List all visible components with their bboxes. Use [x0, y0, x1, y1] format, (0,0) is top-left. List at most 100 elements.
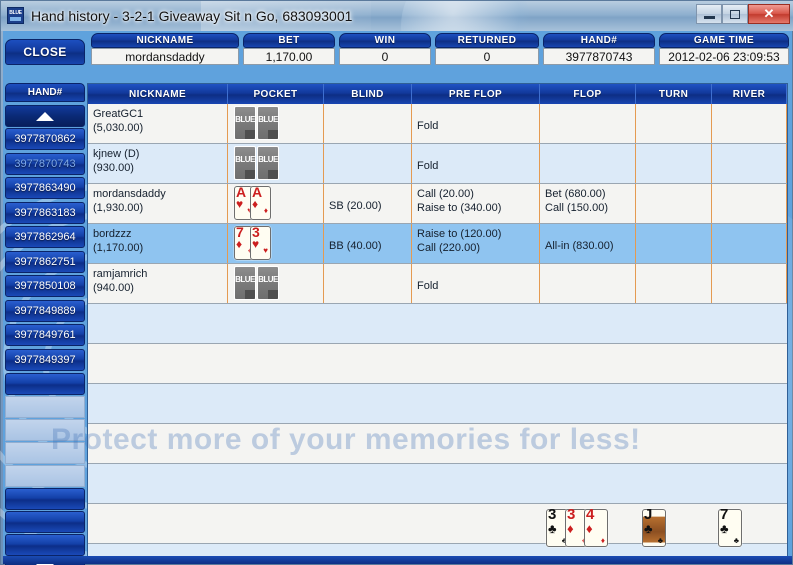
- action-text: BB (40.00): [329, 239, 382, 252]
- cell-turn: [636, 184, 712, 224]
- player-stack: (940.00): [93, 282, 134, 294]
- cell-blind: BB (40.00): [324, 224, 412, 264]
- action-text: Raise to (120.00): [417, 228, 502, 240]
- card-back: BLUE: [234, 266, 256, 300]
- hand-list-item[interactable]: 3977863183: [5, 201, 85, 224]
- player-stack: (1,930.00): [93, 202, 144, 214]
- player-nickname: ramjamrich: [93, 268, 148, 280]
- table-row-empty: [88, 504, 787, 544]
- summary-value-bet: 1,170.00: [243, 48, 335, 65]
- card-rank: 3: [548, 506, 557, 523]
- action-text: Fold: [417, 159, 439, 172]
- card-suit-corner: ♣: [657, 536, 663, 545]
- summary-value-nickname: mordansdaddy: [91, 48, 239, 65]
- column-header-flop[interactable]: FLOP: [540, 84, 636, 104]
- minimize-button[interactable]: [696, 4, 722, 24]
- card-rank: 7: [720, 506, 729, 523]
- window-controls: ✕: [696, 4, 790, 24]
- bottom-status-bar: [3, 556, 792, 564]
- cell-nickname: bordzzz (1,170.00): [88, 224, 228, 264]
- playing-card: 3 ♥ ♥: [250, 225, 271, 260]
- table-row[interactable]: mordansdaddy(1,930.00)A♥♥A♦♦ SB (20.00) Ca…: [88, 184, 787, 224]
- player-stack: (5,030.00): [93, 122, 144, 134]
- close-window-button[interactable]: ✕: [748, 4, 790, 24]
- board-flop: 3♣♣3♦♦4♦♦: [546, 506, 608, 547]
- hand-list-item[interactable]: 3977862751: [5, 250, 85, 273]
- cell-nickname: GreatGC1 (5,030.00): [88, 104, 228, 144]
- table-row[interactable]: bordzzz (1,170.00) 7♦♦3♥♥ BB (40.00) Raise t…: [88, 224, 787, 264]
- hand-list-item[interactable]: 3977850108: [5, 275, 85, 297]
- cell-turn: [636, 264, 712, 304]
- summary-label-nickname: NICKNAME: [91, 33, 239, 48]
- action-text: Fold: [417, 119, 439, 132]
- hand-list-item[interactable]: 3977863490: [5, 177, 85, 199]
- cell-pocket: 7♦♦3♥♥: [228, 224, 324, 264]
- column-header-river[interactable]: RIVER: [712, 84, 787, 104]
- table-row[interactable]: GreatGC1 (5,030.00) BLUE BLUE Fold: [88, 104, 787, 144]
- card-suit-corner: ♦: [600, 536, 605, 545]
- cell-pocket: BLUE BLUE: [228, 264, 324, 304]
- maximize-button[interactable]: [722, 4, 748, 24]
- cell-nickname: ramjamrich (940.00): [88, 264, 228, 304]
- table-row-empty: [88, 424, 787, 464]
- cell-preflop: Fold: [412, 104, 540, 144]
- player-nickname: GreatGC1: [93, 108, 144, 120]
- sidebar-filler-4: [5, 465, 85, 487]
- cell-nickname: mordansdaddy (1,930.00): [88, 184, 228, 224]
- action-text: SB (20.00): [329, 199, 382, 212]
- table-row[interactable]: ramjamrich (940.00) BLUE BLUE Fold: [88, 264, 787, 304]
- player-nickname: bordzzz: [93, 228, 132, 240]
- cell-flop: Bet (680.00) Call (150.00): [540, 184, 636, 224]
- card-suit: ♦: [586, 521, 593, 536]
- cell-river: [712, 184, 787, 224]
- cell-flop: [540, 264, 636, 304]
- cell-preflop: Fold: [412, 144, 540, 184]
- player-stack: (930.00): [93, 162, 134, 174]
- column-header-nickname[interactable]: NICKNAME: [88, 84, 228, 104]
- column-header-turn[interactable]: TURN: [636, 84, 712, 104]
- pocket-cards: A♥♥A♦♦: [234, 185, 323, 220]
- hand-list-item[interactable]: 3977862964: [5, 226, 85, 248]
- hand-list-item[interactable]: 3977870862: [5, 128, 85, 150]
- cell-nickname: kjnew (D) (930.00): [88, 144, 228, 184]
- playing-card: A ♦ ♦: [250, 185, 271, 220]
- card-back: BLUE: [234, 146, 256, 180]
- cell-pocket: A♥♥A♦♦: [228, 184, 324, 224]
- card-back-square: [268, 170, 278, 179]
- column-header-pre-flop[interactable]: PRE FLOP: [412, 84, 540, 104]
- hand-list-item[interactable]: 3977849761: [5, 324, 85, 346]
- column-header-pocket[interactable]: POCKET: [228, 84, 324, 104]
- summary-value-returned: 0: [435, 48, 539, 65]
- cell-preflop: Raise to (120.00) Call (220.00): [412, 224, 540, 264]
- column-header-blind[interactable]: BLIND: [324, 84, 412, 104]
- close-button[interactable]: CLOSE: [5, 39, 85, 65]
- card-back: BLUE: [234, 106, 256, 140]
- cell-turn: [636, 224, 712, 264]
- client-area: CLOSE NICKNAME mordansdaddy BET 1,170.00 WIN…: [0, 31, 793, 565]
- hand-list-item[interactable]: 3977849889: [5, 299, 85, 322]
- summary-value-hand: 3977870743: [543, 48, 655, 65]
- cell-blind: [324, 264, 412, 304]
- table-row[interactable]: kjnew (D) (930.00) BLUE BLUE Fold: [88, 144, 787, 184]
- pocket-cards: BLUE BLUE: [234, 146, 323, 180]
- action-text: Call (150.00): [545, 202, 608, 214]
- hand-list-sidebar: HAND# 3977870862 3977870743 3977863490 3977…: [5, 83, 85, 565]
- pocket-cards: 7♦♦3♥♥: [234, 225, 323, 260]
- hand-list-item[interactable]: 3977870743: [5, 152, 85, 175]
- hand-detail-grid: NICKNAME POCKET BLIND PRE FLOP FLOP TURN RIVER…: [87, 83, 788, 564]
- card-suit-corner: ♥: [263, 246, 268, 255]
- summary-label-win: WIN: [339, 33, 431, 48]
- table-row-empty: [88, 344, 787, 384]
- card-rank: J: [644, 506, 653, 523]
- maximize-icon: [730, 9, 740, 19]
- hand-list-scroll-up[interactable]: [5, 105, 85, 127]
- cell-river: [712, 224, 787, 264]
- card-back-watermark: BLUE: [258, 115, 278, 124]
- player-stack: (1,170.00): [93, 242, 144, 254]
- minimize-icon: [703, 15, 715, 19]
- card-suit-corner: ♣: [733, 536, 739, 545]
- card-back-square: [245, 290, 255, 299]
- hand-list-item[interactable]: 3977849397: [5, 348, 85, 371]
- summary-label-bet: BET: [243, 33, 335, 48]
- sidebar-filler-3: [5, 442, 85, 464]
